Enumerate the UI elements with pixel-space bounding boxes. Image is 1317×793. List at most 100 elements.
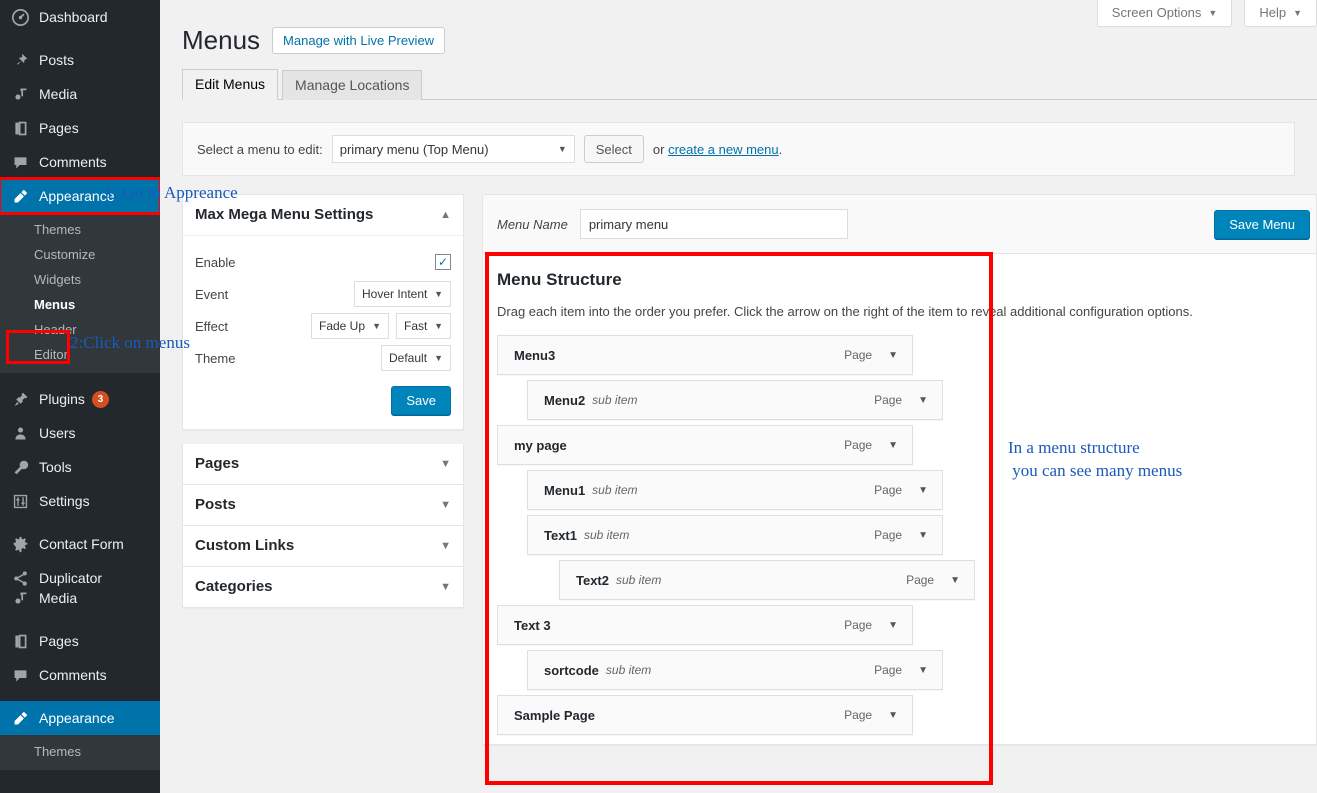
- chevron-down-icon[interactable]: ▼: [440, 458, 451, 470]
- wordpress-admin-screen: Dashboard Posts Media Pages Comments App…: [0, 0, 1317, 793]
- menu-item-row[interactable]: sortcode sub item Page ▼: [527, 650, 943, 691]
- theme-label: Theme: [195, 350, 236, 366]
- menu-item-type: Page: [844, 708, 873, 723]
- chevron-down-icon[interactable]: ▼: [440, 540, 451, 552]
- sidebar-item-label: Plugins: [39, 391, 85, 407]
- effect-select[interactable]: Fade Up: [311, 313, 389, 340]
- menu-item-row[interactable]: my page Page ▼: [497, 425, 913, 466]
- menu-items-list: Menu3 Page ▼ Menu2 sub item Page ▼ my pa…: [497, 335, 1302, 744]
- menu-item-row[interactable]: Text 3 Page ▼: [497, 605, 913, 646]
- chevron-down-icon[interactable]: ▼: [918, 485, 928, 496]
- chevron-down-icon[interactable]: ▼: [440, 499, 451, 511]
- sidebar-item-label: Media: [39, 590, 78, 606]
- pages-accordion-panel: Pages ▼: [182, 444, 464, 486]
- media-icon: [10, 84, 30, 104]
- sidebar-item-plugins[interactable]: Plugins 3: [0, 382, 160, 416]
- manage-with-live-preview-button[interactable]: Manage with Live Preview: [272, 27, 446, 55]
- chevron-down-icon[interactable]: ▼: [888, 350, 898, 361]
- tab-manage-locations[interactable]: Manage Locations: [282, 70, 423, 101]
- menu-item-type: Page: [906, 573, 935, 588]
- sidebar-subitem-header[interactable]: Header: [0, 317, 160, 342]
- appearance-submenu: Themes Customize Widgets Menus Header Ed…: [0, 213, 160, 373]
- categories-accordion-panel: Categories ▼: [182, 567, 464, 609]
- sidebar-item-media-2[interactable]: Media: [0, 581, 160, 615]
- chevron-down-icon[interactable]: ▼: [888, 710, 898, 721]
- menu-item-title: Text1: [544, 527, 577, 543]
- tab-edit-menus[interactable]: Edit Menus: [182, 69, 279, 101]
- event-select[interactable]: Hover Intent: [354, 281, 451, 308]
- help-button[interactable]: Help ▼: [1244, 0, 1317, 27]
- sidebar-item-comments-2[interactable]: Comments: [0, 658, 160, 692]
- chevron-down-icon[interactable]: ▼: [888, 620, 898, 631]
- appearance-submenu-2: Themes: [0, 735, 160, 770]
- sidebar-item-pages-2[interactable]: Pages: [0, 624, 160, 658]
- effect-label: Effect: [195, 318, 229, 334]
- menu-select-dropdown[interactable]: primary menu (Top Menu): [331, 135, 575, 164]
- posts-panel-header[interactable]: Posts ▼: [183, 485, 463, 525]
- sidebar-item-media[interactable]: Media: [0, 77, 160, 111]
- sidebar-item-appearance[interactable]: Appearance: [0, 177, 160, 215]
- pages-icon: [10, 118, 30, 138]
- menu-item-subtext: sub item: [584, 528, 630, 543]
- menu-item-title: my page: [514, 437, 567, 453]
- chevron-down-icon[interactable]: ▼: [918, 665, 928, 676]
- enable-checkbox[interactable]: ✓: [435, 254, 451, 271]
- sidebar-item-tools[interactable]: Tools: [0, 450, 160, 484]
- sidebar-item-posts[interactable]: Posts: [0, 43, 160, 77]
- sidebar-subitem-menus[interactable]: Menus: [0, 292, 160, 317]
- screen-options-button[interactable]: Screen Options ▼: [1096, 0, 1233, 27]
- chevron-down-icon[interactable]: ▼: [440, 581, 451, 593]
- categories-panel-header[interactable]: Categories ▼: [183, 567, 463, 607]
- sidebar-item-label: Pages: [39, 120, 79, 136]
- sidebar-item-comments[interactable]: Comments: [0, 145, 160, 179]
- sidebar-subitem-themes[interactable]: Themes: [0, 217, 160, 242]
- theme-select[interactable]: Default: [381, 345, 451, 372]
- columns: Max Mega Menu Settings ▲ Enable ✓ Event: [160, 194, 1317, 746]
- select-menu-label: Select a menu to edit:: [197, 141, 323, 157]
- mega-menu-row-event: Event Hover Intent: [195, 278, 451, 310]
- sidebar-subitem-widgets[interactable]: Widgets: [0, 267, 160, 292]
- enable-label: Enable: [195, 254, 236, 270]
- menu-name-input[interactable]: [579, 209, 848, 240]
- menu-structure-description: Drag each item into the order you prefer…: [497, 304, 1193, 320]
- sidebar-item-settings[interactable]: Settings: [0, 484, 160, 518]
- menu-item-type: Page: [874, 528, 903, 543]
- sidebar-item-appearance-2[interactable]: Appearance: [0, 701, 160, 735]
- chevron-down-icon[interactable]: ▼: [950, 575, 960, 586]
- sidebar-subitem-editor[interactable]: Editor: [0, 342, 160, 367]
- menu-item-row[interactable]: Menu1 sub item Page ▼: [527, 470, 943, 511]
- sidebar-item-pages[interactable]: Pages: [0, 111, 160, 145]
- menu-item-meta: Page ▼: [844, 438, 898, 452]
- menu-item-row[interactable]: Menu2 sub item Page ▼: [527, 380, 943, 421]
- create-a-new-menu-link[interactable]: create a new menu: [668, 142, 779, 157]
- mega-menu-save-button[interactable]: Save: [391, 386, 451, 416]
- chevron-down-icon[interactable]: ▼: [918, 395, 928, 406]
- mega-menu-panel-header[interactable]: Max Mega Menu Settings ▲: [183, 195, 463, 235]
- effect-speed-select[interactable]: Fast: [396, 313, 451, 340]
- chevron-down-icon[interactable]: ▼: [888, 440, 898, 451]
- menu-item-type: Page: [844, 618, 873, 633]
- select-button[interactable]: Select: [583, 135, 644, 164]
- custom-links-panel-header[interactable]: Custom Links ▼: [183, 526, 463, 566]
- menu-item-meta: Page ▼: [844, 708, 898, 722]
- menu-item-row[interactable]: Text2 sub item Page ▼: [559, 560, 975, 601]
- sidebar-item-dashboard[interactable]: Dashboard: [0, 0, 160, 34]
- sidebar-subitem-customize[interactable]: Customize: [0, 242, 160, 267]
- pages-panel-header[interactable]: Pages ▼: [183, 444, 463, 484]
- media-icon: [10, 588, 30, 608]
- effect-controls: Fade Up Fast: [311, 313, 451, 340]
- sidebar-item-contact-form[interactable]: Contact Form: [0, 527, 160, 561]
- sidebar-item-users[interactable]: Users: [0, 416, 160, 450]
- chevron-up-icon[interactable]: ▲: [440, 209, 451, 221]
- chevron-down-icon[interactable]: ▼: [918, 530, 928, 541]
- event-controls: Hover Intent: [354, 281, 451, 308]
- save-menu-button[interactable]: Save Menu: [1214, 209, 1310, 239]
- effect-speed-select-wrapper: Fast: [396, 313, 451, 340]
- menu-item-row[interactable]: Text1 sub item Page ▼: [527, 515, 943, 556]
- sidebar-subitem-themes-2[interactable]: Themes: [0, 739, 160, 764]
- menu-item-row[interactable]: Menu3 Page ▼: [497, 335, 913, 376]
- theme-controls: Default: [381, 345, 451, 372]
- theme-select-wrapper: Default: [381, 345, 451, 372]
- pages-icon: [10, 631, 30, 651]
- menu-item-row[interactable]: Sample Page Page ▼: [497, 695, 913, 736]
